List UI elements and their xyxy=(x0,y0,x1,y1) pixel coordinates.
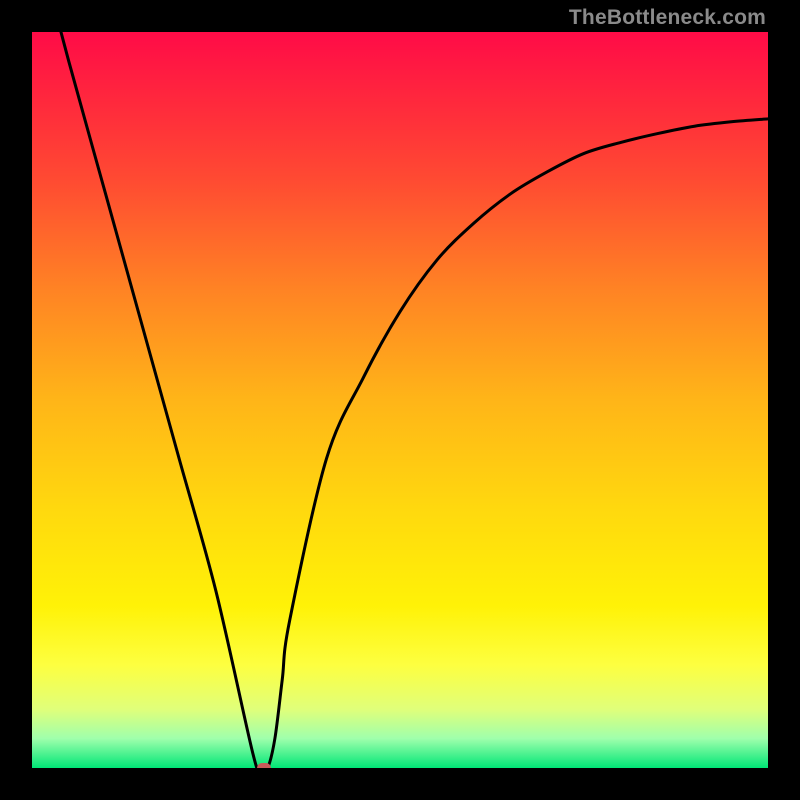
watermark-text: TheBottleneck.com xyxy=(569,6,766,30)
bottleneck-curve xyxy=(32,32,768,768)
chart-frame: TheBottleneck.com xyxy=(0,0,800,800)
optimal-point-marker xyxy=(257,763,271,768)
plot-area xyxy=(32,32,768,768)
